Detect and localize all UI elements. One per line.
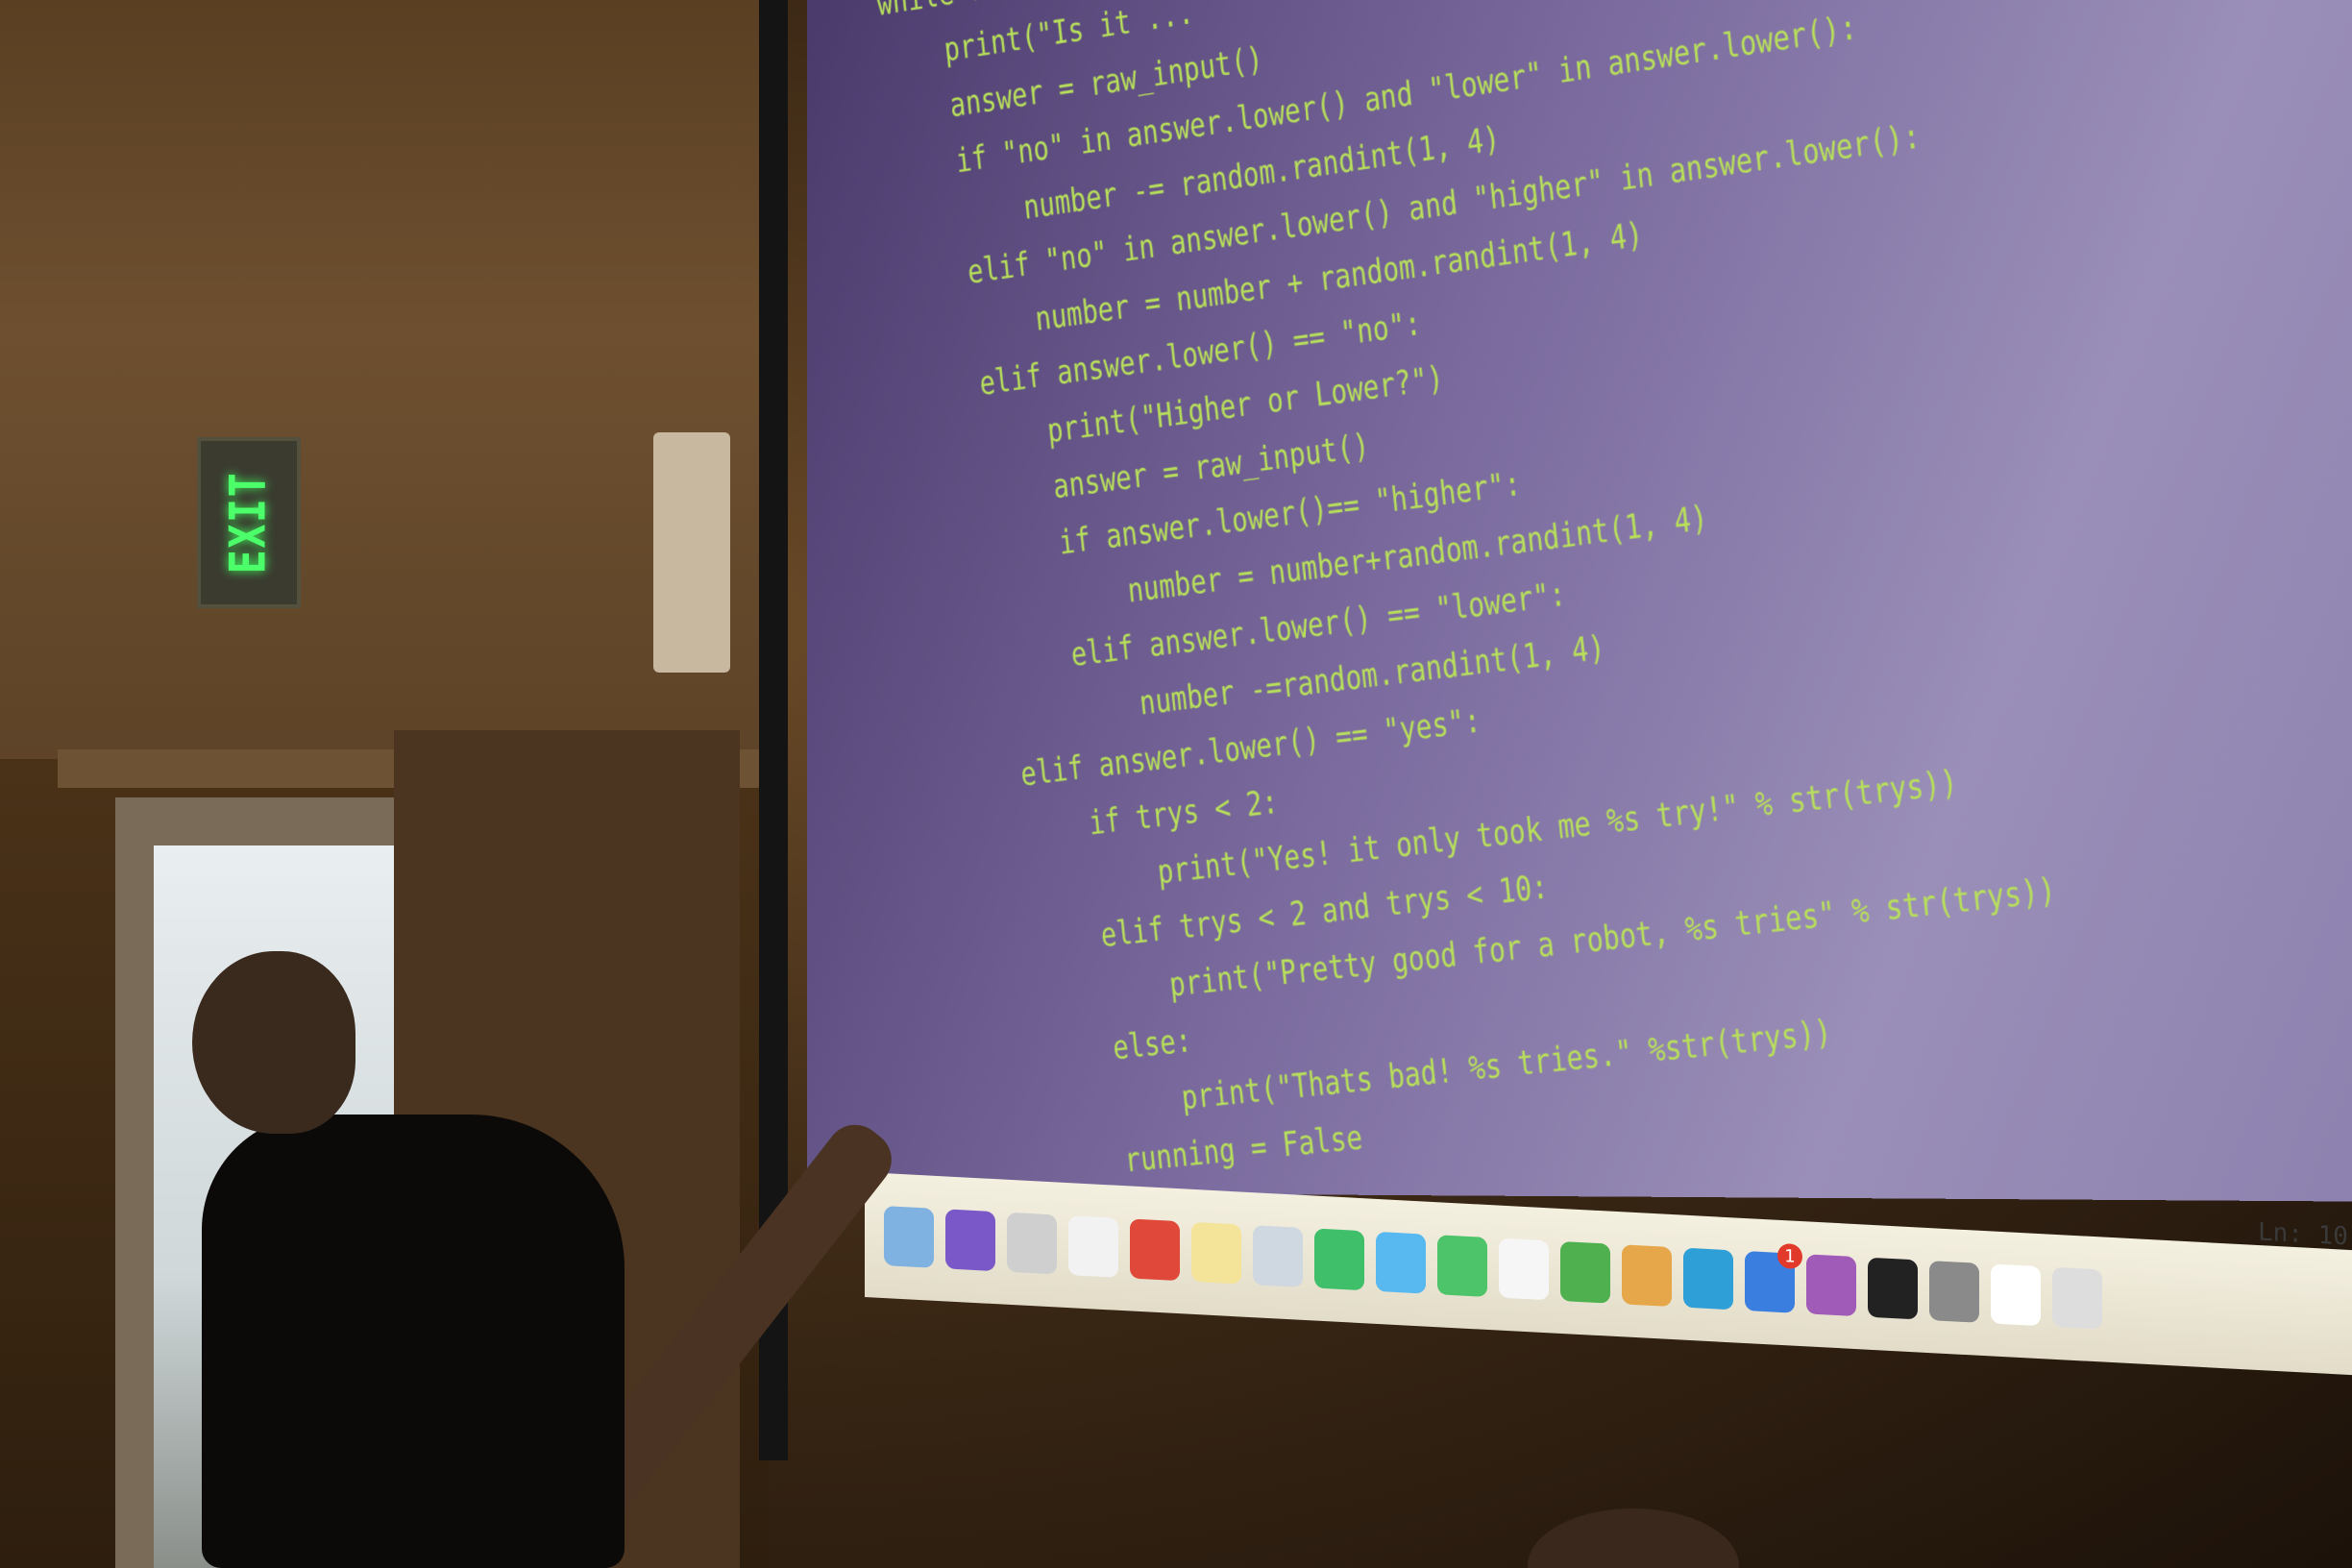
textedit-icon[interactable] bbox=[1499, 1237, 1549, 1301]
facetime-icon[interactable] bbox=[1437, 1235, 1487, 1297]
calendar-icon[interactable] bbox=[1068, 1215, 1118, 1278]
presenter-head bbox=[192, 951, 355, 1134]
code-editor: while running: print("Is it ... answer =… bbox=[874, 0, 2098, 1202]
notes-icon[interactable] bbox=[1191, 1221, 1241, 1285]
pycharm-icon[interactable] bbox=[1314, 1228, 1364, 1291]
keynote-icon[interactable] bbox=[1622, 1244, 1672, 1308]
launchpad-icon[interactable] bbox=[1007, 1212, 1057, 1275]
trash-icon[interactable] bbox=[2052, 1266, 2102, 1330]
presenter bbox=[173, 942, 903, 1568]
siri-icon[interactable] bbox=[945, 1209, 995, 1272]
numbers-icon[interactable] bbox=[1560, 1240, 1610, 1304]
mac-dock: 1 bbox=[865, 1172, 2352, 1376]
finder-icon[interactable] bbox=[884, 1206, 934, 1268]
presenter-body bbox=[202, 1115, 625, 1568]
audience-head bbox=[1528, 1508, 1739, 1568]
brackets-icon[interactable] bbox=[1683, 1247, 1733, 1311]
exit-sign: EXIT bbox=[197, 437, 301, 608]
status-bar-line: Ln: 10 bbox=[2258, 1217, 2348, 1252]
messages-icon[interactable] bbox=[1376, 1231, 1426, 1294]
photo-scene: EXIT while running: print("Is it ... ans… bbox=[0, 0, 2352, 1568]
wall-speaker bbox=[653, 432, 730, 673]
system-preferences-icon[interactable] bbox=[1929, 1261, 1979, 1323]
wall bbox=[0, 0, 769, 826]
chrome-icon[interactable] bbox=[1130, 1218, 1180, 1282]
preview-icon[interactable] bbox=[1253, 1225, 1303, 1287]
projection-screen: while running: print("Is it ... answer =… bbox=[807, 0, 2352, 1203]
notification-badge: 1 bbox=[1777, 1242, 1802, 1270]
github-icon[interactable] bbox=[1806, 1254, 1856, 1317]
document-icon[interactable] bbox=[1991, 1263, 2041, 1327]
terminal-icon[interactable] bbox=[1868, 1257, 1918, 1320]
app-store-icon[interactable]: 1 bbox=[1745, 1242, 1802, 1313]
exit-sign-text: EXIT bbox=[220, 471, 279, 575]
